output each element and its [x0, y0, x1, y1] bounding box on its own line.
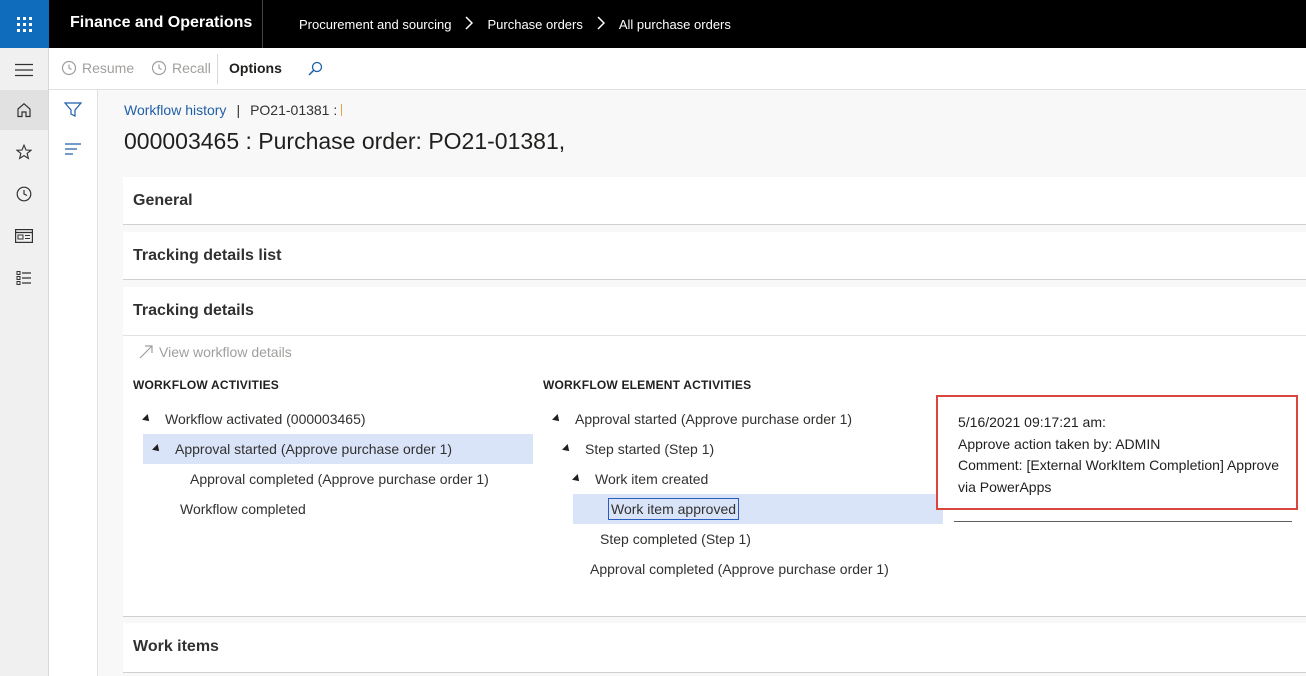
expanded-triangle-icon[interactable]	[562, 444, 572, 454]
tree-item-work-item-created[interactable]: Work item created	[572, 464, 709, 494]
tree-item-work-item-approved[interactable]: Work item approved	[573, 494, 943, 524]
page-breadcrumb: Workflow history | PO21-01381 :	[124, 102, 343, 118]
tree-item-label: Step started (Step 1)	[585, 441, 715, 457]
tree-item-label: Work item approved	[608, 498, 740, 520]
nav-modules-button[interactable]	[0, 258, 48, 298]
work-items-section[interactable]: Work items	[123, 623, 1306, 673]
tree-item-label: Workflow completed	[180, 501, 306, 517]
topbar-divider	[262, 0, 263, 48]
nav-home-button[interactable]	[0, 90, 48, 130]
tree-item-label: Approval completed (Approve purchase ord…	[590, 561, 889, 577]
tree-item-workflow-completed[interactable]: Workflow completed	[180, 494, 306, 524]
details-comment: Comment: [External WorkItem Completion] …	[958, 457, 1280, 495]
details-underline	[954, 521, 1292, 522]
list-icon	[16, 271, 31, 285]
action-pane: Resume Recall Options	[49, 48, 1306, 90]
expanded-triangle-icon[interactable]	[142, 414, 152, 424]
workflow-activities-header: WORKFLOW ACTIVITIES	[133, 378, 280, 392]
work-items-header[interactable]: Work items	[133, 638, 219, 656]
tree-item-element-approval-started[interactable]: Approval started (Approve purchase order…	[552, 404, 853, 434]
chevron-right-icon	[465, 16, 474, 32]
tree-item-label: Workflow activated (000003465)	[165, 411, 366, 427]
waffle-icon	[17, 16, 32, 32]
details-timestamp: 5/16/2021 09:17:21 am:	[958, 414, 1106, 430]
related-info-button[interactable]	[64, 142, 82, 161]
home-icon	[17, 103, 31, 118]
nav-recent-button[interactable]	[0, 174, 48, 214]
recall-icon	[151, 60, 167, 76]
expanded-triangle-icon[interactable]	[572, 474, 582, 484]
page-side-rail	[49, 90, 98, 676]
view-workflow-details-label: View workflow details	[159, 344, 292, 360]
clock-icon	[16, 186, 32, 202]
breadcrumb-purchase-orders[interactable]: Purchase orders	[487, 17, 582, 32]
tree-item-label: Step completed (Step 1)	[600, 531, 751, 547]
tracking-details-header[interactable]: Tracking details	[133, 302, 254, 320]
workspace-icon	[15, 229, 33, 243]
app-launcher-button[interactable]	[0, 0, 49, 48]
recall-button[interactable]: Recall	[151, 60, 211, 76]
tree-item-label: Work item created	[595, 471, 709, 487]
lines-icon	[65, 143, 81, 155]
crumb-separator: |	[236, 102, 241, 118]
action-search-button[interactable]	[307, 61, 323, 77]
options-label: Options	[229, 60, 282, 76]
action-pane-divider	[217, 54, 218, 84]
app-title[interactable]: Finance and Operations	[70, 14, 252, 32]
breadcrumb: Procurement and sourcing Purchase orders…	[299, 16, 731, 32]
tree-item-element-approval-completed[interactable]: Approval completed (Approve purchase ord…	[590, 554, 889, 584]
crumb-indicator	[341, 104, 343, 116]
resume-label: Resume	[82, 60, 135, 76]
chevron-right-icon	[597, 16, 605, 32]
menu-icon	[15, 63, 33, 77]
expanded-triangle-icon[interactable]	[552, 414, 562, 424]
nav-workspaces-button[interactable]	[0, 216, 48, 256]
options-tab[interactable]: Options	[229, 60, 282, 76]
section-divider	[123, 335, 1306, 336]
star-icon	[16, 144, 32, 160]
hamburger-menu-button[interactable]	[0, 50, 48, 90]
view-workflow-details-button[interactable]: View workflow details	[138, 344, 292, 360]
workflow-history-link[interactable]: Workflow history	[124, 102, 226, 118]
tree-item-label: Approval completed (Approve purchase ord…	[190, 471, 489, 487]
recall-label: Recall	[172, 60, 211, 76]
element-activities-header: WORKFLOW ELEMENT ACTIVITIES	[543, 378, 752, 392]
general-section[interactable]: General	[123, 177, 1306, 225]
resume-icon	[61, 60, 77, 76]
tree-item-workflow-activated[interactable]: Workflow activated (000003465)	[142, 404, 533, 434]
search-icon	[308, 61, 323, 76]
top-bar: Finance and Operations Procurement and s…	[0, 0, 1306, 48]
nav-favorites-button[interactable]	[0, 132, 48, 172]
details-action: Approve action taken by: ADMIN	[958, 435, 1161, 452]
tracking-list-section[interactable]: Tracking details list	[123, 232, 1306, 280]
general-header[interactable]: General	[133, 192, 193, 210]
navigation-rail	[0, 48, 49, 676]
tree-item-label: Approval started (Approve purchase order…	[575, 411, 853, 427]
expanded-triangle-icon[interactable]	[152, 444, 162, 454]
record-crumb: PO21-01381 :	[250, 102, 338, 118]
tree-item-approval-completed[interactable]: Approval completed (Approve purchase ord…	[190, 464, 489, 494]
tracking-list-header[interactable]: Tracking details list	[133, 247, 282, 265]
resume-button[interactable]: Resume	[61, 60, 134, 76]
tree-item-step-started[interactable]: Step started (Step 1)	[562, 434, 715, 464]
breadcrumb-procurement[interactable]: Procurement and sourcing	[299, 17, 451, 32]
tree-item-approval-started[interactable]: Approval started (Approve purchase order…	[143, 434, 533, 464]
page-title: 000003465 : Purchase order: PO21-01381,	[124, 128, 566, 154]
filter-icon	[63, 102, 83, 117]
filter-button[interactable]	[63, 102, 83, 123]
arrow-up-right-icon	[139, 345, 153, 359]
tree-item-step-completed[interactable]: Step completed (Step 1)	[600, 524, 751, 554]
tree-item-label: Approval started (Approve purchase order…	[175, 441, 453, 457]
breadcrumb-all-purchase-orders[interactable]: All purchase orders	[619, 17, 731, 32]
activity-details-text: 5/16/2021 09:17:21 am: Approve action ta…	[958, 412, 1288, 498]
